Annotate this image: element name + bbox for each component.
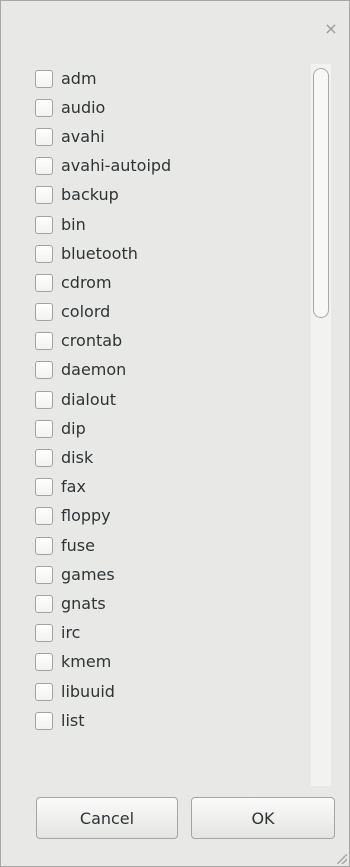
checkbox[interactable] xyxy=(35,244,53,263)
list-item[interactable]: dialout xyxy=(24,385,314,414)
list-item[interactable]: cdrom xyxy=(24,268,314,297)
list-item[interactable]: backup xyxy=(24,181,314,210)
list-item[interactable]: list xyxy=(24,706,314,735)
checkbox-label: list xyxy=(61,710,85,730)
close-icon[interactable]: × xyxy=(323,21,339,37)
checkbox[interactable] xyxy=(35,478,53,497)
list-item[interactable]: bin xyxy=(24,210,314,239)
checkbox[interactable] xyxy=(35,127,53,146)
checkbox-list[interactable]: adm audio avahi avahi-autoipd backup bin bluet… xyxy=(24,64,339,786)
list-item[interactable]: games xyxy=(24,560,314,589)
checkbox-label: libuuid xyxy=(61,681,115,701)
checkbox-label: backup xyxy=(61,185,119,205)
list-item[interactable]: crontab xyxy=(24,327,314,356)
scrollbar-thumb[interactable] xyxy=(313,68,329,318)
list-item[interactable]: avahi-autoipd xyxy=(24,152,314,181)
cancel-button[interactable]: Cancel xyxy=(36,797,178,839)
list-item[interactable]: colord xyxy=(24,298,314,327)
checkbox-label: crontab xyxy=(61,331,123,351)
checkbox[interactable] xyxy=(35,361,53,380)
checkbox-label: avahi xyxy=(61,126,105,146)
list-content: adm audio avahi avahi-autoipd backup bin bluet… xyxy=(24,64,314,735)
resize-grip-icon[interactable] xyxy=(337,854,347,864)
checkbox-label: disk xyxy=(61,448,94,468)
checkbox-label: fuse xyxy=(61,535,95,555)
list-item[interactable]: disk xyxy=(24,443,314,472)
checkbox-label: games xyxy=(61,564,115,584)
checkbox[interactable] xyxy=(35,273,53,292)
list-item[interactable]: fuse xyxy=(24,531,314,560)
list-item[interactable]: irc xyxy=(24,619,314,648)
checkbox-label: cdrom xyxy=(61,272,112,292)
checkbox-label: floppy xyxy=(61,506,111,526)
checkbox-label: avahi-autoipd xyxy=(61,156,172,176)
checkbox[interactable] xyxy=(35,536,53,555)
checkbox-label: colord xyxy=(61,302,111,322)
checkbox[interactable] xyxy=(35,565,53,584)
list-item[interactable]: floppy xyxy=(24,502,314,531)
checkbox-label: audio xyxy=(61,97,106,117)
checkbox[interactable] xyxy=(35,419,53,438)
checkbox-label: dip xyxy=(61,418,86,438)
list-item[interactable]: bluetooth xyxy=(24,239,314,268)
list-item[interactable]: dip xyxy=(24,414,314,443)
list-item[interactable]: adm xyxy=(24,64,314,93)
list-item[interactable]: libuuid xyxy=(24,677,314,706)
checkbox-label: gnats xyxy=(61,593,106,613)
checkbox-label: bluetooth xyxy=(61,243,138,263)
checkbox-label: fax xyxy=(61,477,86,497)
checkbox[interactable] xyxy=(35,186,53,205)
list-item[interactable]: avahi xyxy=(24,122,314,151)
checkbox-label: irc xyxy=(61,623,81,643)
ok-button[interactable]: OK xyxy=(191,797,335,839)
scrollbar[interactable] xyxy=(311,64,331,786)
checkbox-label: bin xyxy=(61,214,86,234)
checkbox[interactable] xyxy=(35,682,53,701)
checkbox[interactable] xyxy=(35,624,53,643)
checkbox[interactable] xyxy=(35,69,53,88)
checkbox-label: daemon xyxy=(61,360,127,380)
checkbox[interactable] xyxy=(35,594,53,613)
checkbox[interactable] xyxy=(35,332,53,351)
list-item[interactable]: kmem xyxy=(24,648,314,677)
checkbox-label: dialout xyxy=(61,389,117,409)
checkbox[interactable] xyxy=(35,449,53,468)
group-select-dialog: × adm audio avahi avahi-autoipd backup bin blu… xyxy=(0,0,350,867)
checkbox[interactable] xyxy=(35,390,53,409)
checkbox[interactable] xyxy=(35,653,53,672)
checkbox[interactable] xyxy=(35,98,53,117)
checkbox-label: adm xyxy=(61,68,97,88)
checkbox[interactable] xyxy=(35,507,53,526)
checkbox[interactable] xyxy=(35,711,53,730)
list-item[interactable]: gnats xyxy=(24,589,314,618)
list-item[interactable]: daemon xyxy=(24,356,314,385)
checkbox[interactable] xyxy=(35,157,53,176)
list-item[interactable]: audio xyxy=(24,93,314,122)
checkbox-label: kmem xyxy=(61,652,112,672)
list-item[interactable]: fax xyxy=(24,473,314,502)
checkbox[interactable] xyxy=(35,215,53,234)
checkbox[interactable] xyxy=(35,303,53,322)
